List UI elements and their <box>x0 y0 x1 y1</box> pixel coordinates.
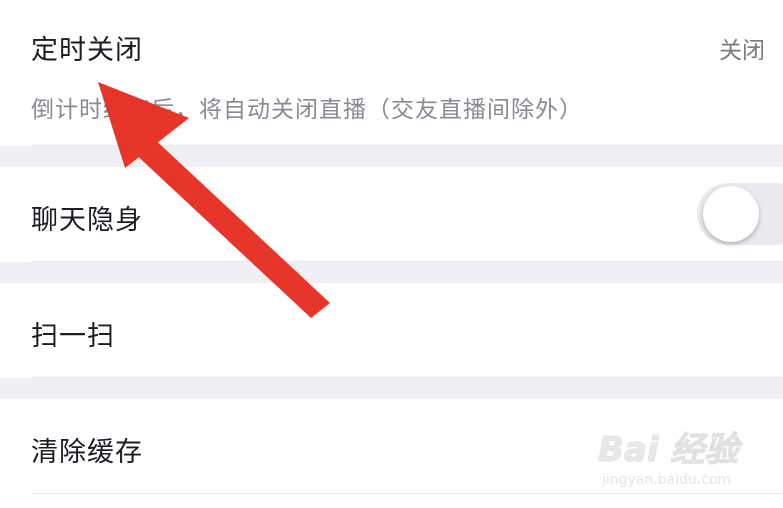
incognito-row: 聊天隐身 <box>0 167 783 262</box>
divider <box>31 493 783 494</box>
clear-cache-row[interactable]: 清除缓存 <box>0 399 783 508</box>
scan-title: 扫一扫 <box>31 321 115 352</box>
section-gap <box>0 378 783 399</box>
scan-row[interactable]: 扫一扫 <box>0 283 783 378</box>
settings-page: 定时关闭 关闭 倒计时结束后，将自动关闭直播（交友直播间除外） 聊天隐身 扫一扫… <box>0 0 783 508</box>
toggle-knob <box>703 186 759 242</box>
section-gap <box>0 146 783 167</box>
timer-close-description: 倒计时结束后，将自动关闭直播（交友直播间除外） <box>31 97 583 123</box>
timer-close-value[interactable]: 关闭 <box>719 31 765 65</box>
section-gap <box>0 262 783 283</box>
incognito-toggle[interactable] <box>697 183 783 245</box>
clear-cache-title: 清除缓存 <box>31 437 143 468</box>
incognito-title: 聊天隐身 <box>31 205 143 236</box>
timer-close-title: 定时关闭 <box>31 35 143 66</box>
timer-close-row[interactable]: 定时关闭 关闭 倒计时结束后，将自动关闭直播（交友直播间除外） <box>0 0 783 146</box>
